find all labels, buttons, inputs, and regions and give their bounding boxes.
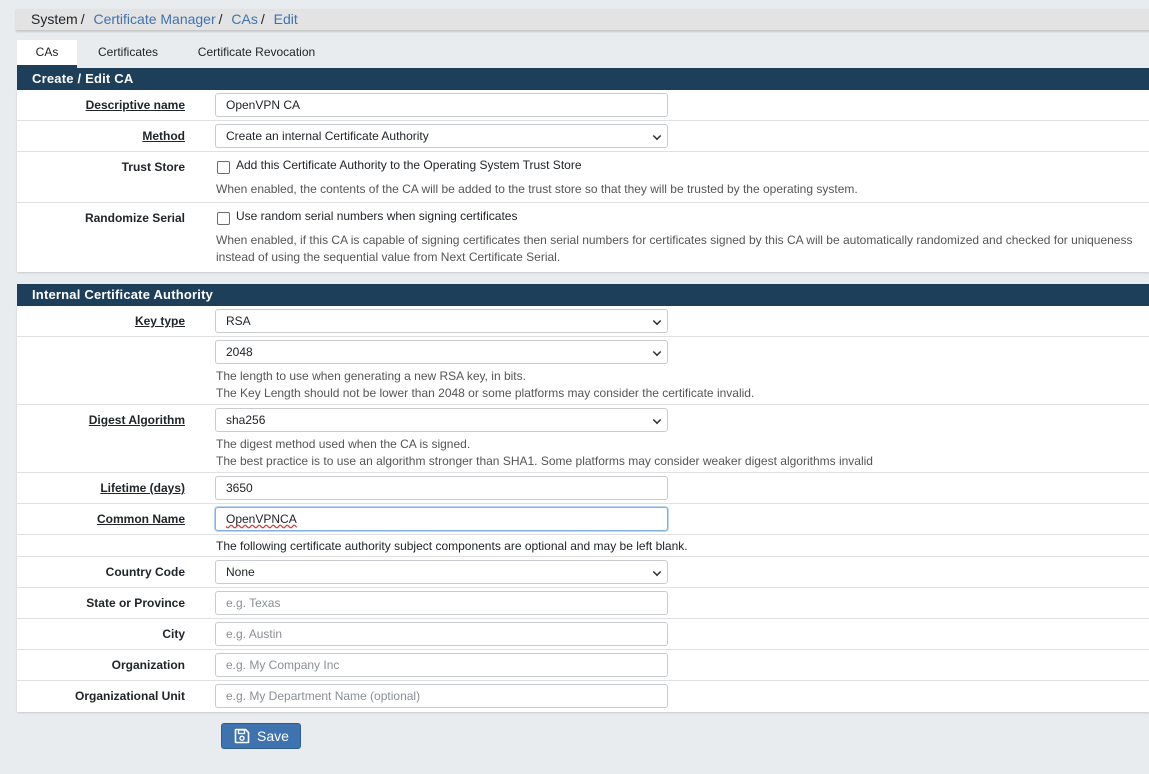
country-label: Country Code xyxy=(105,565,185,579)
tab-cas[interactable]: CAs xyxy=(17,40,77,68)
common-name-label: Common Name xyxy=(96,512,185,526)
chevron-down-icon xyxy=(652,131,662,141)
breadcrumb-edit[interactable]: Edit xyxy=(274,11,298,27)
breadcrumb: System / Certificate Manager / CAs / Edit xyxy=(16,9,1149,31)
digest-select-value: sha256 xyxy=(226,413,266,427)
key-type-select[interactable]: RSA xyxy=(215,309,668,333)
save-button-label: Save xyxy=(257,728,289,744)
country-select-value: None xyxy=(226,565,255,579)
state-label: State or Province xyxy=(86,596,185,610)
state-row: State or Province e.g. Texas xyxy=(17,588,1149,619)
randomize-serial-help-line1: When enabled, if this CA is capable of s… xyxy=(216,233,1133,247)
key-type-select-value: RSA xyxy=(226,314,251,328)
method-row: Method Create an internal Certificate Au… xyxy=(17,121,1149,152)
organization-row: Organization e.g. My Company Inc xyxy=(17,650,1149,681)
country-select[interactable]: None xyxy=(215,560,668,584)
breadcrumb-separator: / xyxy=(218,11,223,27)
descriptive-name-label: Descriptive name xyxy=(85,98,185,112)
key-length-select-value: 2048 xyxy=(226,345,253,359)
digest-label: Digest Algorithm xyxy=(88,413,185,427)
tab-certificates[interactable]: Certificates xyxy=(89,40,167,68)
state-input[interactable]: e.g. Texas xyxy=(215,591,668,615)
breadcrumb-cas[interactable]: CAs xyxy=(231,11,257,27)
method-select[interactable]: Create an internal Certificate Authority xyxy=(215,124,668,148)
key-type-label: Key type xyxy=(134,314,185,328)
key-type-row: Key type RSA xyxy=(17,306,1149,337)
common-name-input[interactable]: OpenVPNCA xyxy=(215,507,668,531)
trust-store-checkbox-label[interactable]: Add this Certificate Authority to the Op… xyxy=(236,158,582,172)
randomize-serial-row: Randomize Serial Use random serial numbe… xyxy=(17,203,1149,272)
method-select-value: Create an internal Certificate Authority xyxy=(226,129,429,143)
chevron-down-icon xyxy=(652,316,662,326)
breadcrumb-system: System xyxy=(31,11,78,27)
chevron-down-icon xyxy=(652,567,662,577)
save-button[interactable]: Save xyxy=(221,723,301,749)
randomize-serial-help-line2: instead of using the sequential value fr… xyxy=(216,250,561,264)
section-header-create-edit-ca: Create / Edit CA xyxy=(17,68,1149,90)
randomize-serial-label: Randomize Serial xyxy=(84,211,185,225)
city-input[interactable]: e.g. Austin xyxy=(215,622,668,646)
org-unit-input[interactable]: e.g. My Department Name (optional) xyxy=(215,684,668,708)
key-length-help-line2: The Key Length should not be lower than … xyxy=(216,386,755,400)
key-length-help-line1: The length to use when generating a new … xyxy=(216,369,526,383)
organization-label: Organization xyxy=(111,658,185,672)
chevron-down-icon xyxy=(652,415,662,425)
optional-note: The following certificate authority subj… xyxy=(216,539,688,553)
city-row: City e.g. Austin xyxy=(17,619,1149,650)
digest-row: Digest Algorithm sha256 The digest metho… xyxy=(17,405,1149,473)
section-header-internal-ca: Internal Certificate Authority xyxy=(17,284,1149,306)
city-label: City xyxy=(162,627,185,641)
create-edit-ca-panel: Descriptive name OpenVPN CA Method Creat… xyxy=(17,90,1149,272)
breadcrumb-separator: / xyxy=(80,11,85,27)
digest-help-line1: The digest method used when the CA is si… xyxy=(216,437,471,451)
country-row: Country Code None xyxy=(17,557,1149,588)
digest-select[interactable]: sha256 xyxy=(215,408,668,432)
tab-certificate-revocation[interactable]: Certificate Revocation xyxy=(189,40,324,68)
breadcrumb-separator: / xyxy=(260,11,265,27)
key-length-select[interactable]: 2048 xyxy=(215,340,668,364)
trust-store-checkbox[interactable] xyxy=(217,161,230,174)
lifetime-row: Lifetime (days) 3650 xyxy=(17,473,1149,504)
lifetime-input[interactable]: 3650 xyxy=(215,476,668,500)
lifetime-label: Lifetime (days) xyxy=(100,481,185,495)
method-label: Method xyxy=(142,129,185,143)
breadcrumb-certificate-manager[interactable]: Certificate Manager xyxy=(93,11,215,27)
trust-store-help: When enabled, the contents of the CA wil… xyxy=(216,182,858,196)
descriptive-name-row: Descriptive name OpenVPN CA xyxy=(17,90,1149,121)
key-length-row: 2048 The length to use when generating a… xyxy=(17,337,1149,405)
internal-ca-panel: Key type RSA 2048 The length to use when… xyxy=(17,306,1149,712)
save-icon xyxy=(234,728,250,744)
descriptive-name-input[interactable]: OpenVPN CA xyxy=(215,93,668,117)
randomize-serial-checkbox[interactable] xyxy=(217,212,230,225)
org-unit-row: Organizational Unit e.g. My Department N… xyxy=(17,681,1149,712)
common-name-value: OpenVPNCA xyxy=(226,512,297,526)
randomize-serial-checkbox-label[interactable]: Use random serial numbers when signing c… xyxy=(236,209,517,223)
organization-input[interactable]: e.g. My Company Inc xyxy=(215,653,668,677)
optional-note-row: The following certificate authority subj… xyxy=(17,535,1149,557)
trust-store-row: Trust Store Add this Certificate Authori… xyxy=(17,152,1149,203)
org-unit-label: Organizational Unit xyxy=(74,689,185,703)
digest-help-line2: The best practice is to use an algorithm… xyxy=(216,454,873,468)
chevron-down-icon xyxy=(652,347,662,357)
common-name-row: Common Name OpenVPNCA xyxy=(17,504,1149,535)
trust-store-label: Trust Store xyxy=(121,160,185,174)
